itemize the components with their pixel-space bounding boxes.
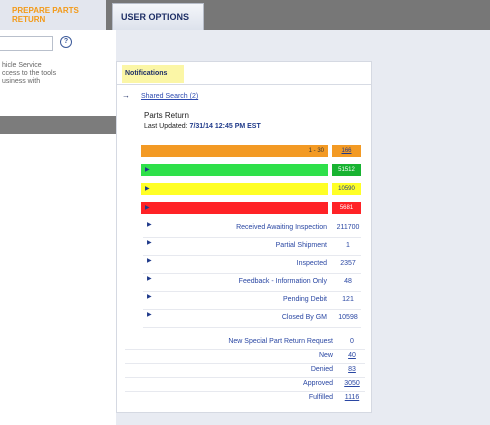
last-updated-value: 7/31/14 12:45 PM EST: [189, 123, 261, 130]
play-icon: ▶: [145, 205, 150, 211]
aging-bar[interactable]: ▶: [141, 164, 328, 176]
status-label: Pending Debit: [283, 296, 327, 303]
special-return-label: Approved: [303, 380, 333, 387]
help-icon[interactable]: ?: [60, 36, 72, 48]
special-return-row: Approved 3050: [117, 378, 371, 392]
special-return-label: Denied: [310, 366, 333, 373]
status-label: Received Awaiting Inspection: [236, 224, 327, 231]
special-return-link[interactable]: 3050: [337, 380, 367, 387]
special-return-label: New Special Part Return Request: [228, 338, 333, 345]
play-icon: ▶: [147, 312, 152, 318]
play-icon: ▶: [147, 276, 152, 282]
tab-prepare-label-line2: RETURN: [12, 15, 46, 24]
special-return-link[interactable]: 83: [337, 366, 367, 373]
aging-bar[interactable]: ▶: [141, 183, 328, 195]
row-divider: [143, 327, 361, 328]
status-value: 1: [346, 242, 350, 249]
play-icon: ▶: [145, 186, 150, 192]
special-return-link[interactable]: 40: [337, 352, 367, 359]
tab-prepare-label-line1: PREPARE PARTS: [12, 6, 79, 15]
tab-user-options[interactable]: USER OPTIONS: [112, 3, 204, 30]
status-value: 10598: [338, 314, 358, 321]
play-icon: ▶: [147, 258, 152, 264]
sidebar-section-bar: [0, 116, 116, 134]
special-return-label: Fulfilled: [308, 394, 333, 401]
status-row[interactable]: ▶ Partial Shipment 1: [117, 238, 371, 256]
section-title: Parts Return: [144, 111, 189, 120]
status-row[interactable]: ▶ Inspected 2357: [117, 256, 371, 274]
last-updated-label: Last Updated:: [144, 123, 188, 130]
play-icon: ▶: [147, 294, 152, 300]
special-return-label: New: [318, 352, 333, 359]
last-updated: Last Updated: 7/31/14 12:45 PM EST: [144, 123, 261, 130]
panel-divider: [117, 84, 371, 85]
left-sidebar: ? hicle Service ccess to the tools usine…: [0, 30, 116, 425]
status-value: 2357: [340, 260, 356, 267]
status-value: 211700: [336, 224, 360, 231]
tab-prepare-parts-return[interactable]: PREPARE PARTS RETURN: [0, 0, 106, 30]
status-label: Inspected: [296, 260, 327, 267]
notifications-panel: Notifications → Shared Search (2) Parts …: [116, 61, 372, 413]
arrow-right-icon: →: [122, 91, 130, 100]
special-return-row: New Special Part Return Request 0: [117, 336, 371, 350]
special-return-value: 0: [350, 338, 354, 345]
status-row[interactable]: ▶ Closed By GM 10598: [117, 310, 371, 328]
status-row[interactable]: ▶ Feedback - Information Only 48: [117, 274, 371, 292]
status-row[interactable]: ▶ Received Awaiting Inspection 211700: [117, 220, 371, 238]
sidebar-description: hicle Service ccess to the tools usiness…: [2, 62, 57, 85]
status-value: 48: [344, 278, 352, 285]
play-icon: ▶: [147, 240, 152, 246]
aging-bar-count[interactable]: 10590: [332, 183, 361, 195]
aging-bar[interactable]: ▶: [141, 202, 328, 214]
tab-notifications[interactable]: Notifications: [122, 65, 184, 83]
special-return-link[interactable]: 1116: [337, 394, 367, 401]
aging-bar-count[interactable]: 51512: [332, 164, 361, 176]
aging-bar-label: 1 - 30: [308, 148, 324, 154]
aging-bar-count[interactable]: 5681: [332, 202, 361, 214]
special-return-row: Fulfilled 1116: [117, 392, 371, 406]
status-label: Feedback - Information Only: [238, 278, 327, 285]
sidebar-input[interactable]: [0, 36, 53, 51]
status-label: Closed By GM: [281, 314, 327, 321]
status-label: Partial Shipment: [275, 242, 327, 249]
play-icon: ▶: [145, 167, 150, 173]
status-value: 121: [342, 296, 354, 303]
special-return-row: Denied 83: [117, 364, 371, 378]
shared-search-link[interactable]: Shared Search (2): [141, 93, 198, 100]
status-row[interactable]: ▶ Pending Debit 121: [117, 292, 371, 310]
special-return-row: New 40: [117, 350, 371, 364]
aging-bar[interactable]: 1 - 30: [141, 145, 328, 157]
aging-bar-count[interactable]: 166: [332, 145, 361, 157]
play-icon: ▶: [147, 222, 152, 228]
